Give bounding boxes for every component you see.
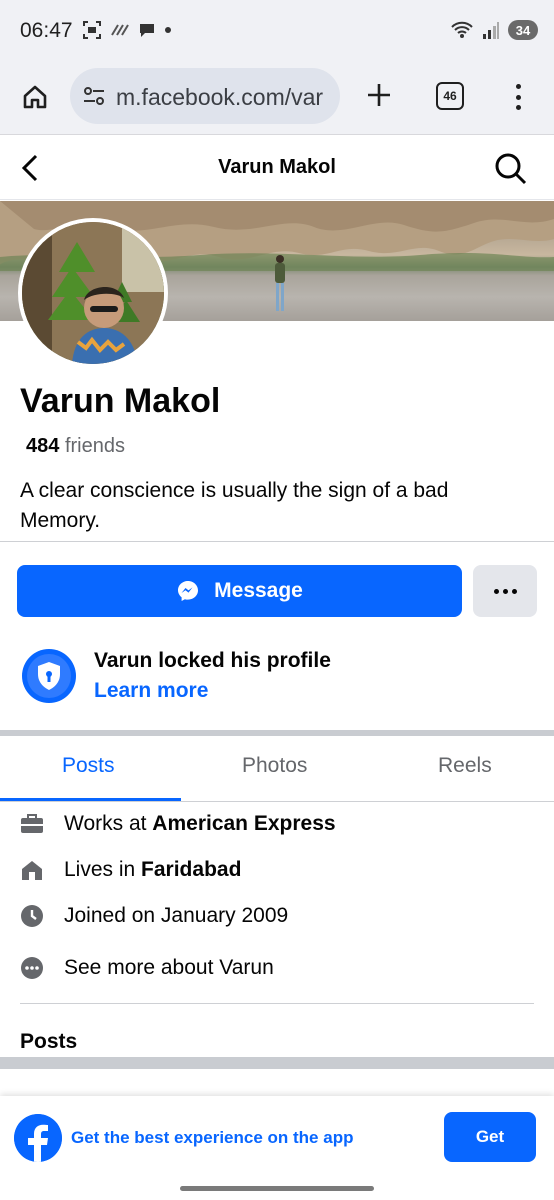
app-banner-text: Get the best experience on the app: [71, 1128, 354, 1147]
house-icon: [20, 858, 44, 882]
site-settings-icon[interactable]: [82, 84, 106, 108]
locked-profile-shield-icon: [22, 649, 76, 703]
status-time: 06:47: [20, 19, 73, 42]
divider: [20, 1003, 534, 1004]
cell-signal-icon: [483, 22, 499, 39]
more-dot-icon: [493, 588, 499, 594]
chat-bubble-icon: [140, 24, 154, 37]
cover-person-figure: [275, 255, 285, 311]
screenshot-icon: [83, 21, 101, 39]
new-tab-button[interactable]: [362, 78, 396, 112]
status-system-icons: 34: [450, 20, 538, 40]
intro-see-more-text: See more about Varun: [64, 956, 274, 979]
intro-joined: Joined on January 2009: [20, 904, 288, 928]
home-icon: [23, 85, 47, 109]
locked-profile-title: Varun locked his profile: [94, 649, 331, 672]
briefcase-icon: [20, 812, 44, 836]
signal-off-icon: [111, 24, 129, 36]
section-divider: [0, 1057, 554, 1069]
menu-dot-icon: [515, 84, 521, 89]
more-dot-icon: [511, 588, 517, 594]
active-tab-indicator: [0, 798, 181, 801]
browser-menu-button[interactable]: [506, 80, 530, 114]
intro-lives: Lives in Faridabad: [20, 858, 241, 882]
menu-dot-icon: [515, 94, 521, 100]
avatar-photo: [22, 222, 164, 364]
message-button[interactable]: Message: [17, 565, 462, 617]
intro-work-value[interactable]: American Express: [152, 812, 335, 835]
more-options-button[interactable]: [473, 565, 537, 617]
message-button-label: Message: [214, 579, 303, 602]
more-circle-icon: [20, 956, 44, 980]
dot-icon: [165, 27, 171, 33]
url-text: m.facebook.com/var: [116, 84, 324, 110]
menu-dot-icon: [515, 105, 521, 110]
intro-see-more[interactable]: See more about Varun: [20, 956, 274, 980]
search-button[interactable]: [494, 152, 528, 186]
status-notification-icons: [82, 20, 172, 40]
profile-avatar[interactable]: [18, 218, 168, 368]
search-icon: [495, 153, 527, 185]
intro-work: Works at American Express: [20, 812, 336, 836]
tab-reels[interactable]: Reels: [438, 754, 492, 778]
battery-indicator: 34: [508, 20, 538, 40]
open-in-app-banner: Get the best experience on the app Get: [0, 1096, 554, 1200]
tab-switcher-button[interactable]: 46: [436, 82, 464, 110]
intro-lives-value[interactable]: Faridabad: [141, 858, 241, 881]
shield-lock-icon: [23, 650, 75, 702]
intro-lives-prefix: Lives in: [64, 858, 142, 881]
plus-icon: [368, 84, 390, 106]
avatar-photo-image: [22, 222, 164, 364]
profile-bio: A clear conscience is usually the sign o…: [20, 479, 449, 532]
intro-work-prefix: Works at: [64, 812, 153, 835]
messenger-icon: [178, 581, 199, 601]
more-dot-icon: [502, 588, 508, 594]
posts-heading: Posts: [20, 1030, 78, 1053]
gesture-home-indicator[interactable]: [180, 1186, 374, 1191]
friends-number: 484: [26, 435, 60, 457]
friends-count[interactable]: 484 friends: [26, 435, 125, 458]
status-bar: 06:47 34: [0, 0, 554, 62]
divider: [0, 541, 554, 542]
profile-header: Varun Makol: [0, 136, 554, 200]
tab-posts[interactable]: Posts: [62, 754, 115, 778]
clock-icon: [20, 904, 44, 928]
profile-name: Varun Makol: [20, 382, 221, 420]
tab-photos[interactable]: Photos: [242, 754, 307, 778]
browser-toolbar: m.facebook.com/var 46: [0, 62, 554, 135]
get-app-button[interactable]: Get: [444, 1112, 536, 1162]
page-title: Varun Makol: [218, 156, 336, 178]
profile-tabs: Posts Photos Reels: [0, 736, 554, 802]
facebook-logo-icon: [14, 1114, 62, 1162]
intro-joined-text: Joined on January 2009: [64, 904, 289, 927]
learn-more-link[interactable]: Learn more: [94, 679, 208, 703]
wifi-icon: [451, 21, 473, 38]
browser-home-button[interactable]: [18, 80, 52, 114]
friends-label: friends: [64, 435, 125, 457]
address-bar[interactable]: m.facebook.com/var: [70, 68, 340, 124]
